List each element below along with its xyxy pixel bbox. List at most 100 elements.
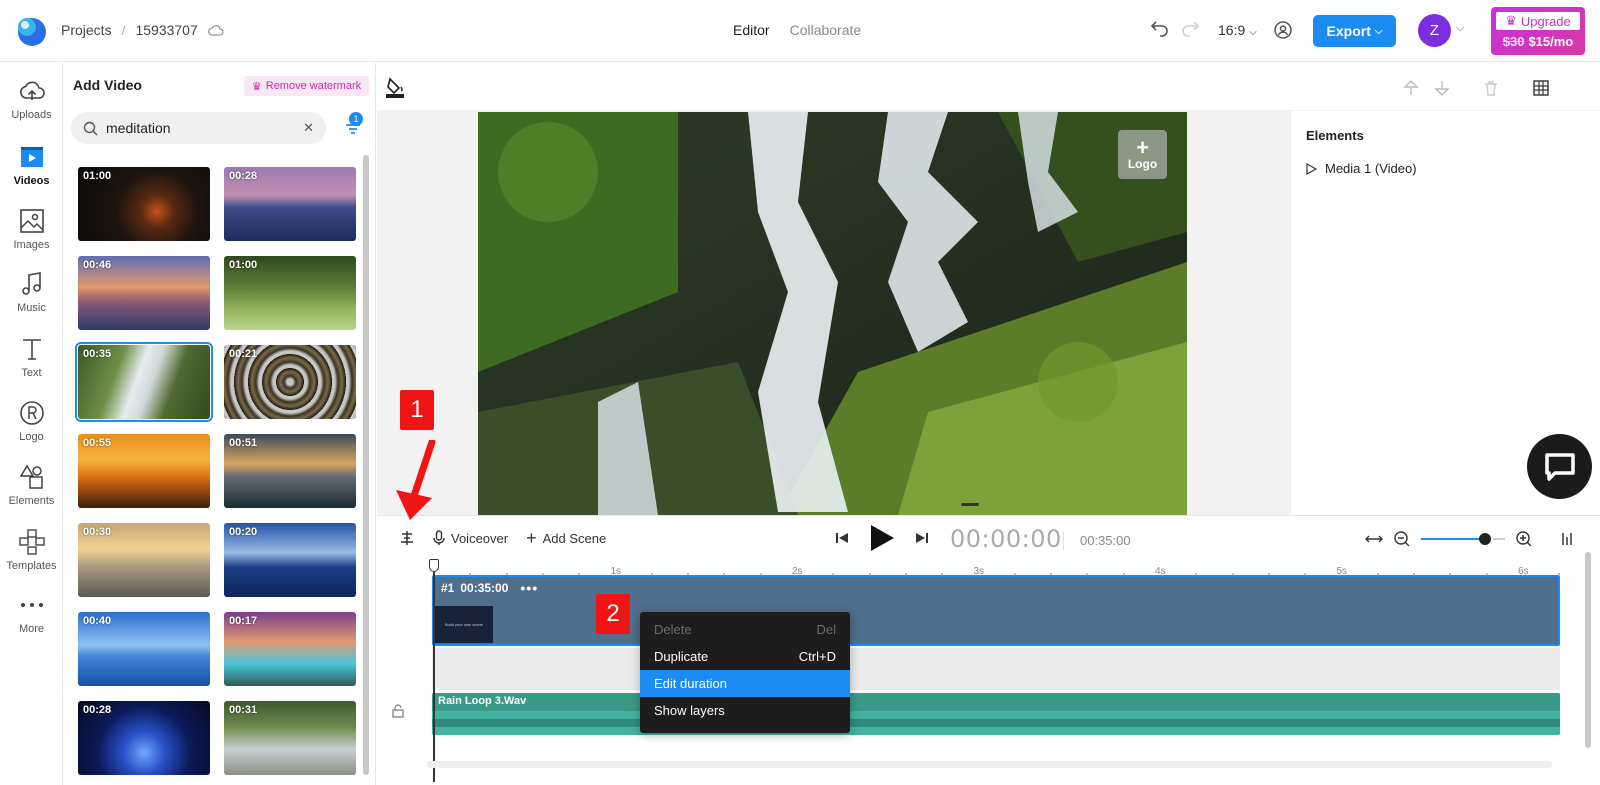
chat-support-button[interactable] bbox=[1527, 434, 1592, 499]
timeline-horizontal-scrollbar[interactable] bbox=[427, 761, 1552, 768]
menu-item-shortcut: Del bbox=[816, 622, 836, 637]
skip-back-icon[interactable] bbox=[835, 531, 849, 545]
add-logo-button[interactable]: + Logo bbox=[1118, 130, 1167, 179]
zoom-in-icon[interactable] bbox=[1515, 530, 1533, 548]
audio-track[interactable]: Rain Loop 3.Wav bbox=[432, 693, 1560, 735]
zoom-out-icon[interactable] bbox=[1393, 530, 1411, 548]
video-thumbnail[interactable]: 01:00 bbox=[224, 256, 356, 330]
crown-icon: ♛ bbox=[1505, 13, 1517, 28]
video-duration: 00:28 bbox=[83, 704, 112, 716]
logo-slot-label: Logo bbox=[1127, 156, 1158, 171]
video-thumbnail[interactable]: 00:20 bbox=[224, 523, 356, 597]
rail-item-more[interactable]: More bbox=[0, 591, 63, 651]
scene-thumbnail[interactable]: Build your own scene bbox=[435, 606, 493, 643]
audio-waveform bbox=[432, 719, 1560, 727]
rail-label: Music bbox=[17, 302, 46, 314]
plus-icon: + bbox=[526, 528, 537, 548]
chevron-down-icon[interactable]: ⌵ bbox=[1456, 22, 1464, 35]
add-scene-button[interactable]: + Add Scene bbox=[526, 528, 606, 548]
tab-collaborate[interactable]: Collaborate bbox=[790, 22, 862, 38]
paint-bucket-icon[interactable] bbox=[385, 76, 405, 98]
menu-item-show-layers[interactable]: Show layers bbox=[640, 697, 850, 724]
playhead[interactable] bbox=[429, 559, 439, 785]
rail-item-templates[interactable]: Templates bbox=[0, 528, 63, 588]
breadcrumb-separator: / bbox=[121, 22, 126, 38]
search-input[interactable] bbox=[106, 120, 296, 136]
undo-icon[interactable] bbox=[1150, 19, 1170, 39]
rail-item-text[interactable]: Text bbox=[0, 335, 63, 395]
menu-item-edit-duration[interactable]: Edit duration bbox=[640, 670, 850, 697]
grid-icon[interactable] bbox=[1532, 79, 1550, 97]
current-time: 00:00:00 bbox=[950, 525, 1062, 553]
breadcrumb-project-id[interactable]: 15933707 bbox=[135, 22, 197, 38]
send-backward-icon[interactable] bbox=[1433, 79, 1451, 97]
video-preview[interactable] bbox=[478, 112, 1187, 515]
rail-item-music[interactable]: Music bbox=[0, 270, 63, 330]
zoom-slider-knob[interactable] bbox=[1479, 533, 1491, 545]
video-thumbnail[interactable]: 00:35 bbox=[75, 342, 213, 422]
align-layers-icon[interactable] bbox=[399, 530, 415, 546]
video-thumbnail[interactable]: 00:31 bbox=[224, 701, 356, 775]
video-thumbnail[interactable]: 00:51 bbox=[224, 434, 356, 508]
export-button[interactable]: Export ⌵ bbox=[1313, 15, 1396, 47]
aspect-ratio-select[interactable]: 16:9 ⌵ bbox=[1218, 22, 1257, 38]
fit-width-icon[interactable] bbox=[1365, 533, 1383, 545]
skip-forward-icon[interactable] bbox=[915, 531, 929, 545]
rail-item-elements[interactable]: Elements bbox=[0, 463, 63, 523]
timeline-left-tools: Voiceover + Add Scene bbox=[399, 528, 606, 548]
menu-item-duplicate[interactable]: Duplicate Ctrl+D bbox=[640, 643, 850, 670]
avatar[interactable]: Z bbox=[1418, 14, 1451, 47]
voiceover-button[interactable]: Voiceover bbox=[433, 530, 508, 546]
more-options-icon[interactable]: ••• bbox=[520, 580, 538, 596]
rail-label: Logo bbox=[19, 431, 44, 443]
breadcrumb-projects[interactable]: Projects bbox=[61, 22, 112, 38]
video-duration: 00:35 bbox=[83, 348, 112, 360]
video-thumbnail[interactable]: 00:30 bbox=[78, 523, 210, 597]
timeline-columns-icon[interactable] bbox=[1561, 531, 1573, 547]
video-thumbnail[interactable]: 00:40 bbox=[78, 612, 210, 686]
upgrade-price: $30 $15/mo bbox=[1491, 34, 1585, 49]
zoom-slider[interactable] bbox=[1421, 533, 1491, 545]
resize-handle[interactable] bbox=[961, 503, 979, 506]
remove-watermark-button[interactable]: ♛ Remove watermark bbox=[244, 76, 369, 96]
scrollbar-thumb[interactable] bbox=[363, 155, 369, 775]
video-thumbnail[interactable]: 00:28 bbox=[78, 701, 210, 775]
rail-item-images[interactable]: Images bbox=[0, 207, 63, 267]
bring-forward-icon[interactable] bbox=[1402, 79, 1420, 97]
rail-item-uploads[interactable]: Uploads bbox=[0, 77, 63, 137]
trash-icon[interactable] bbox=[1482, 79, 1500, 97]
microphone-icon bbox=[433, 530, 445, 545]
video-thumbnail[interactable]: 01:00 bbox=[78, 167, 210, 241]
timeline: Voiceover + Add Scene 00:00:00 00:35:00 … bbox=[377, 515, 1600, 785]
panel-scrollbar[interactable] bbox=[363, 155, 369, 785]
video-thumbnail[interactable]: 00:46 bbox=[78, 256, 210, 330]
search-box: ✕ bbox=[71, 112, 326, 144]
video-duration: 00:30 bbox=[83, 526, 112, 538]
chat-icon bbox=[1544, 452, 1575, 481]
menu-item-delete[interactable]: Delete Del bbox=[640, 616, 850, 643]
share-user-icon[interactable] bbox=[1273, 20, 1293, 40]
app-logo-icon[interactable] bbox=[14, 14, 48, 48]
video-thumbnail[interactable]: 00:17 bbox=[224, 612, 356, 686]
upgrade-button[interactable]: ♛ Upgrade $30 $15/mo bbox=[1491, 7, 1585, 55]
playhead-handle[interactable] bbox=[429, 559, 439, 572]
play-icon[interactable] bbox=[869, 524, 895, 552]
video-thumbnail[interactable]: 00:55 bbox=[78, 434, 210, 508]
rail-item-logo[interactable]: Logo bbox=[0, 399, 63, 459]
unlock-icon[interactable] bbox=[391, 704, 405, 718]
video-thumbnail[interactable]: 00:21 bbox=[224, 345, 356, 419]
empty-track[interactable] bbox=[432, 648, 1560, 690]
rail-label: Text bbox=[21, 367, 42, 379]
expand-triangle-icon[interactable] bbox=[1306, 162, 1317, 175]
rail-label: Uploads bbox=[11, 109, 52, 121]
video-duration: 00:20 bbox=[229, 526, 258, 538]
redo-icon[interactable] bbox=[1180, 19, 1200, 39]
timeline-vertical-scrollbar[interactable] bbox=[1585, 552, 1591, 748]
clear-search-icon[interactable]: ✕ bbox=[303, 120, 314, 136]
rail-item-videos[interactable]: Videos bbox=[0, 143, 63, 203]
voiceover-label: Voiceover bbox=[451, 530, 509, 546]
breadcrumb: Projects / 15933707 bbox=[61, 22, 224, 38]
video-thumbnail[interactable]: 00:28 bbox=[224, 167, 356, 241]
elements-item-media-1[interactable]: Media 1 (Video) bbox=[1306, 161, 1417, 176]
tab-editor[interactable]: Editor bbox=[733, 22, 770, 38]
